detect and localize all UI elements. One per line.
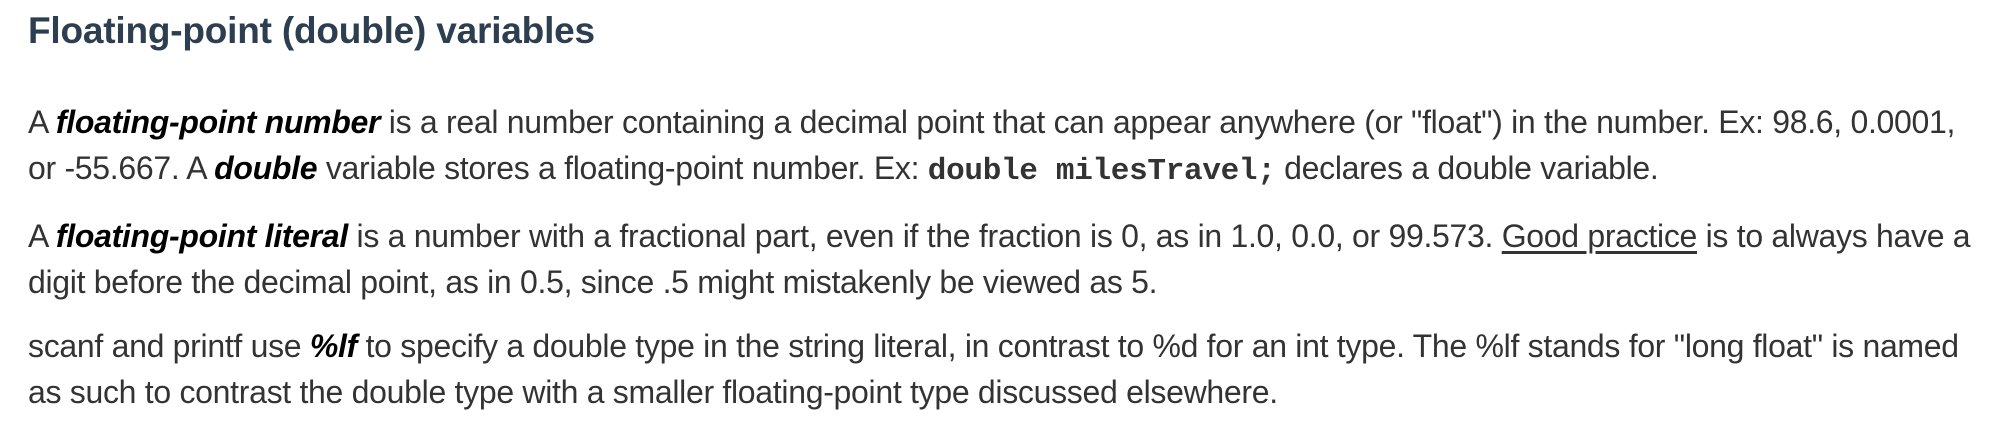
paragraph-floating-point-number: A floating-point number is a real number… (28, 99, 1980, 195)
term-floating-point-literal: floating-point literal (55, 218, 348, 254)
term-lf: %lf (309, 328, 357, 364)
text: declares a double variable. (1275, 150, 1659, 186)
term-floating-point-number: floating-point number (55, 104, 381, 140)
code-example: double milesTravel; (927, 154, 1276, 189)
text: scanf and printf use (28, 328, 310, 364)
content-section: Floating-point (double) variables A floa… (0, 0, 2008, 415)
text: is a number with a fractional part, even… (347, 218, 1502, 254)
text: A (28, 104, 56, 140)
term-double: double (214, 150, 318, 186)
paragraph-floating-point-literal: A floating-point literal is a number wit… (28, 213, 1980, 305)
text: variable stores a floating-point number.… (317, 150, 928, 186)
paragraph-lf-format: scanf and printf use %lf to specify a do… (28, 323, 1980, 415)
text: A (28, 218, 56, 254)
section-heading: Floating-point (double) variables (28, 10, 595, 51)
good-practice-link[interactable]: Good practice (1502, 218, 1698, 254)
